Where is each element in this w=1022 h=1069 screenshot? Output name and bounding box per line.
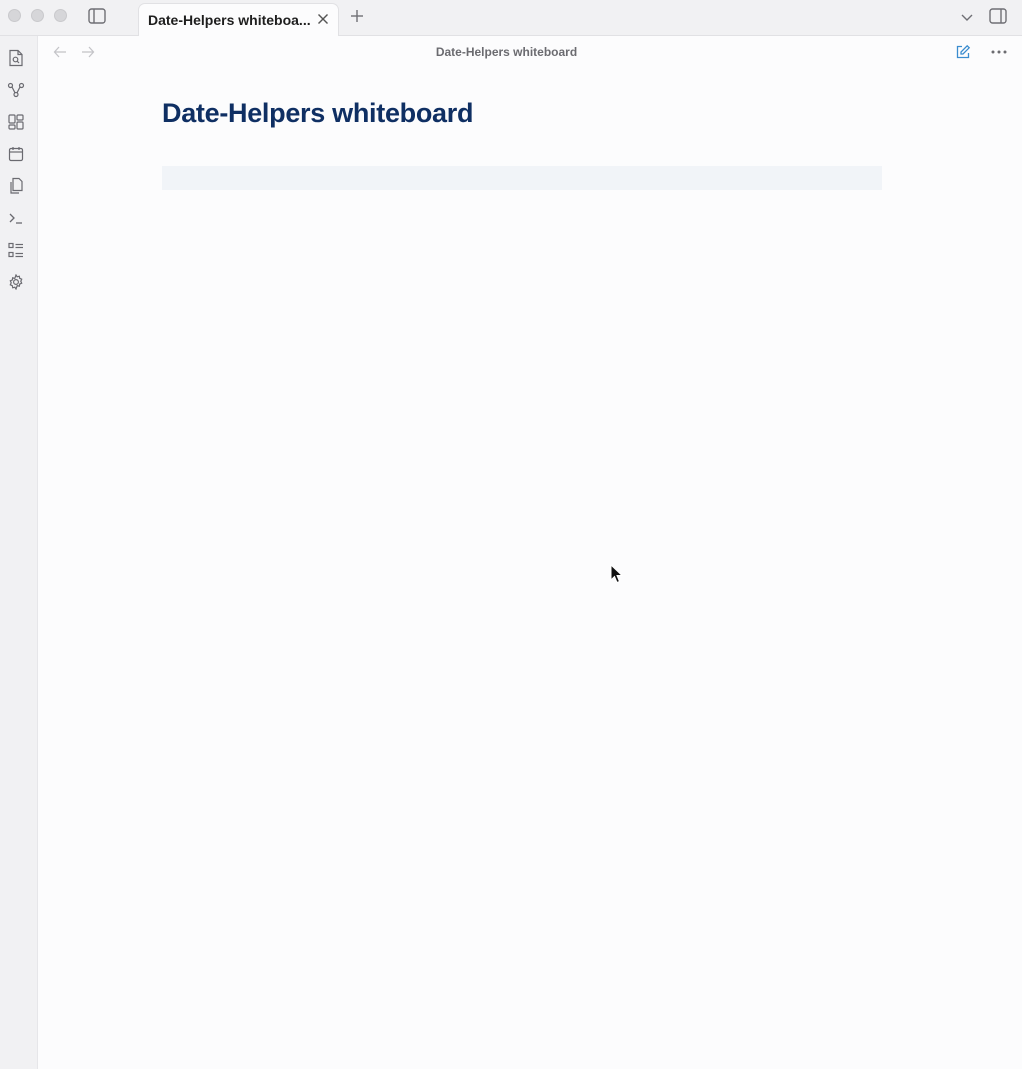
- view-header-title: Date-Helpers whiteboard: [435, 45, 578, 59]
- graph-view-icon[interactable]: [6, 80, 26, 100]
- tab-active[interactable]: Date-Helpers whiteboa...: [138, 3, 339, 36]
- settings-gear-icon[interactable]: [6, 272, 26, 292]
- right-sidebar-toggle-icon[interactable]: [987, 5, 1009, 27]
- copy-files-icon[interactable]: [6, 176, 26, 196]
- note-content: Date-Helpers whiteboard: [39, 68, 1022, 1069]
- view-header: Date-Helpers whiteboard: [39, 36, 1022, 68]
- tab-close-icon[interactable]: [315, 11, 331, 27]
- more-options-icon[interactable]: [989, 42, 1009, 62]
- mouse-cursor-icon: [610, 563, 624, 584]
- left-ribbon: [0, 36, 38, 1069]
- canvas-icon[interactable]: [6, 112, 26, 132]
- calendar-icon[interactable]: [6, 144, 26, 164]
- maximize-window-button[interactable]: [54, 9, 67, 22]
- page-title: Date-Helpers whiteboard: [162, 98, 474, 128]
- terminal-icon[interactable]: [6, 208, 26, 228]
- empty-code-block[interactable]: [162, 166, 882, 190]
- left-sidebar-toggle-icon[interactable]: [86, 5, 108, 27]
- chevron-down-icon[interactable]: [956, 6, 978, 28]
- edit-pencil-icon[interactable]: [953, 42, 973, 62]
- title-bar: Date-Helpers whiteboa...: [0, 0, 1022, 36]
- outline-list-icon[interactable]: [6, 240, 26, 260]
- minimize-window-button[interactable]: [31, 9, 44, 22]
- search-file-icon[interactable]: [6, 48, 26, 68]
- tab-title: Date-Helpers whiteboa...: [148, 12, 311, 28]
- app-window: Date-Helpers whiteboa... Date-Helpers wh…: [0, 0, 1022, 1069]
- close-window-button[interactable]: [8, 9, 21, 22]
- new-tab-plus-icon[interactable]: [347, 6, 367, 26]
